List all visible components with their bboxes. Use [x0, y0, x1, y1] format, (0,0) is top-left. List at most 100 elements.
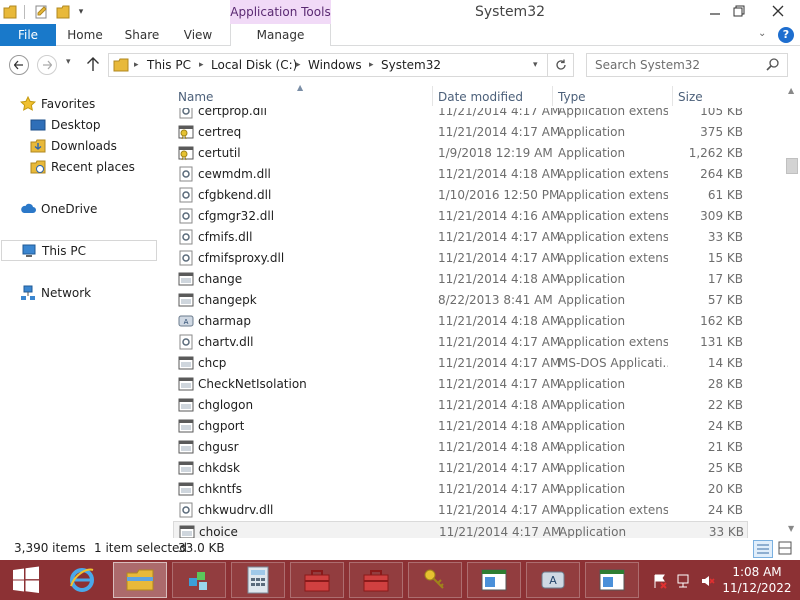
network-status-icon[interactable]: [676, 573, 692, 592]
taskbar-file-explorer[interactable]: [113, 562, 167, 598]
recent-locations-icon[interactable]: ▾: [66, 57, 71, 67]
taskbar-calculator[interactable]: [231, 562, 285, 598]
up-button[interactable]: [86, 56, 100, 75]
file-name: cewmdm.dll: [198, 167, 271, 181]
tab-file[interactable]: File: [0, 24, 56, 46]
nav-this-pc[interactable]: This PC: [1, 240, 157, 261]
action-center-flag-icon[interactable]: [652, 573, 668, 592]
address-bar[interactable]: ▸ This PC ▸ Local Disk (C:) ▸ Windows ▸ …: [108, 53, 548, 77]
file-row[interactable]: chgusr 11/21/2014 4:18 AM Application 21 KB: [173, 437, 748, 458]
taskbar-app-9[interactable]: A: [526, 562, 580, 598]
search-box[interactable]: [586, 53, 788, 77]
breadcrumb-separator[interactable]: ▸: [369, 54, 374, 76]
breadcrumb-system32[interactable]: System32: [381, 54, 441, 76]
tab-home[interactable]: Home: [60, 24, 110, 46]
back-button[interactable]: [9, 55, 29, 75]
svg-text:A: A: [184, 318, 189, 326]
breadcrumb-local-disk[interactable]: Local Disk (C:): [211, 54, 297, 76]
refresh-button[interactable]: [548, 53, 574, 77]
scroll-down-icon[interactable]: ▼: [788, 524, 794, 533]
taskbar-app-7[interactable]: [408, 562, 462, 598]
nav-network[interactable]: Network: [20, 282, 91, 303]
nav-favorites[interactable]: Favorites: [20, 93, 95, 114]
file-row[interactable]: Acharmap 11/21/2014 4:18 AM Application 162…: [173, 311, 748, 332]
column-header-size[interactable]: Size: [673, 84, 748, 108]
selection-size: 33.0 KB: [178, 541, 225, 555]
close-button[interactable]: [758, 0, 798, 22]
restore-button[interactable]: [724, 0, 754, 22]
taskbar-internet-explorer[interactable]: [54, 560, 110, 600]
help-icon[interactable]: ?: [778, 27, 794, 43]
file-row[interactable]: chkdsk 11/21/2014 4:17 AM Application 25 KB: [173, 458, 748, 479]
tab-share[interactable]: Share: [118, 24, 166, 46]
file-row[interactable]: cfmifs.dll 11/21/2014 4:17 AM Application …: [173, 227, 748, 248]
toolbox-icon: [363, 570, 389, 592]
search-icon[interactable]: [765, 57, 781, 73]
search-input[interactable]: [587, 54, 762, 76]
file-row[interactable]: chkwudrv.dll 11/21/2014 4:17 AM Applicatio…: [173, 500, 748, 521]
scrollbar-thumb[interactable]: [786, 158, 798, 174]
forward-button[interactable]: [37, 55, 57, 75]
breadcrumb-this-pc[interactable]: This PC: [147, 54, 191, 76]
large-icons-view-button[interactable]: [776, 540, 796, 558]
file-row[interactable]: chartv.dll 11/21/2014 4:17 AM Application …: [173, 332, 748, 353]
selection-count: 1 item selected: [94, 541, 188, 555]
column-header-date[interactable]: Date modified: [433, 84, 551, 108]
file-row[interactable]: change 11/21/2014 4:18 AM Application 17 KB: [173, 269, 748, 290]
taskbar-app-3[interactable]: [172, 562, 226, 598]
file-size: 33 KB: [708, 525, 744, 538]
file-row[interactable]: chglogon 11/21/2014 4:18 AM Application 22 …: [173, 395, 748, 416]
chevron-down-icon[interactable]: ⌄: [758, 28, 772, 42]
file-row[interactable]: choice 11/21/2014 4:17 AM Application 33 KB: [173, 521, 748, 538]
column-header-type[interactable]: Type: [553, 84, 671, 108]
taskbar-app-8[interactable]: [467, 562, 521, 598]
chevron-down-icon[interactable]: ▾: [533, 54, 538, 76]
new-folder-icon[interactable]: [54, 3, 72, 21]
file-name: chartv.dll: [198, 335, 254, 349]
vertical-scrollbar[interactable]: ▲ ▼: [785, 84, 800, 538]
nav-recent-places[interactable]: Recent places: [30, 156, 135, 177]
file-row[interactable]: cewmdm.dll 11/21/2014 4:18 AM Application …: [173, 164, 748, 185]
volume-muted-icon[interactable]: [700, 573, 716, 592]
taskbar-app-5[interactable]: [290, 562, 344, 598]
scroll-up-icon[interactable]: ▲: [788, 86, 794, 95]
tab-view[interactable]: View: [176, 24, 220, 46]
folder-icon[interactable]: [2, 3, 20, 21]
column-header-name[interactable]: Name: [173, 84, 431, 108]
file-date: 8/22/2013 8:41 AM: [438, 293, 553, 307]
taskbar-app-10[interactable]: [585, 562, 639, 598]
chevron-down-icon[interactable]: ▾: [74, 3, 88, 21]
file-row[interactable]: cfgmgr32.dll 11/21/2014 4:16 AM Applicatio…: [173, 206, 748, 227]
breadcrumb-separator[interactable]: ▸: [199, 54, 204, 76]
ribbon-tabs: File Home Share View Manage ⌄ ?: [0, 24, 800, 46]
character-map-icon: A: [541, 571, 565, 589]
tab-manage[interactable]: Manage: [230, 24, 331, 46]
clock[interactable]: 1:08 AM 11/12/2022: [722, 564, 792, 596]
file-row[interactable]: CheckNetIsolation 11/21/2014 4:17 AM Appli…: [173, 374, 748, 395]
file-row[interactable]: cfmifsproxy.dll 11/21/2014 4:17 AM Applica…: [173, 248, 748, 269]
breadcrumb-separator[interactable]: ▸: [296, 54, 301, 76]
file-row[interactable]: chgport 11/21/2014 4:18 AM Application 24 K…: [173, 416, 748, 437]
file-type: Application: [558, 314, 626, 328]
breadcrumb-separator[interactable]: ▸: [134, 54, 139, 76]
details-view-button[interactable]: [753, 540, 773, 558]
cert-app-icon: [178, 124, 194, 140]
file-row[interactable]: certreq 11/21/2014 4:17 AM Application 375 …: [173, 122, 748, 143]
file-size: 20 KB: [707, 482, 743, 496]
breadcrumb-windows[interactable]: Windows: [308, 54, 362, 76]
nav-desktop[interactable]: Desktop: [30, 114, 101, 135]
file-date: 11/21/2014 4:16 AM: [438, 209, 561, 223]
file-row[interactable]: certutil 1/9/2018 12:19 AM Application 1,26…: [173, 143, 748, 164]
file-row[interactable]: chkntfs 11/21/2014 4:17 AM Application 20 K…: [173, 479, 748, 500]
file-row[interactable]: changepk 8/22/2013 8:41 AM Application 57 K…: [173, 290, 748, 311]
file-size: 131 KB: [700, 335, 743, 349]
file-row[interactable]: chcp 11/21/2014 4:17 AM MS-DOS Applicati..…: [173, 353, 748, 374]
nav-onedrive[interactable]: OneDrive: [20, 198, 97, 219]
properties-icon[interactable]: [32, 3, 50, 21]
start-button[interactable]: [0, 560, 52, 600]
nav-downloads[interactable]: Downloads: [30, 135, 117, 156]
file-size: 33 KB: [707, 230, 743, 244]
taskbar-app-6[interactable]: [349, 562, 403, 598]
file-row[interactable]: cfgbkend.dll 1/10/2016 12:50 PM Applicatio…: [173, 185, 748, 206]
clock-date: 11/12/2022: [722, 581, 792, 595]
